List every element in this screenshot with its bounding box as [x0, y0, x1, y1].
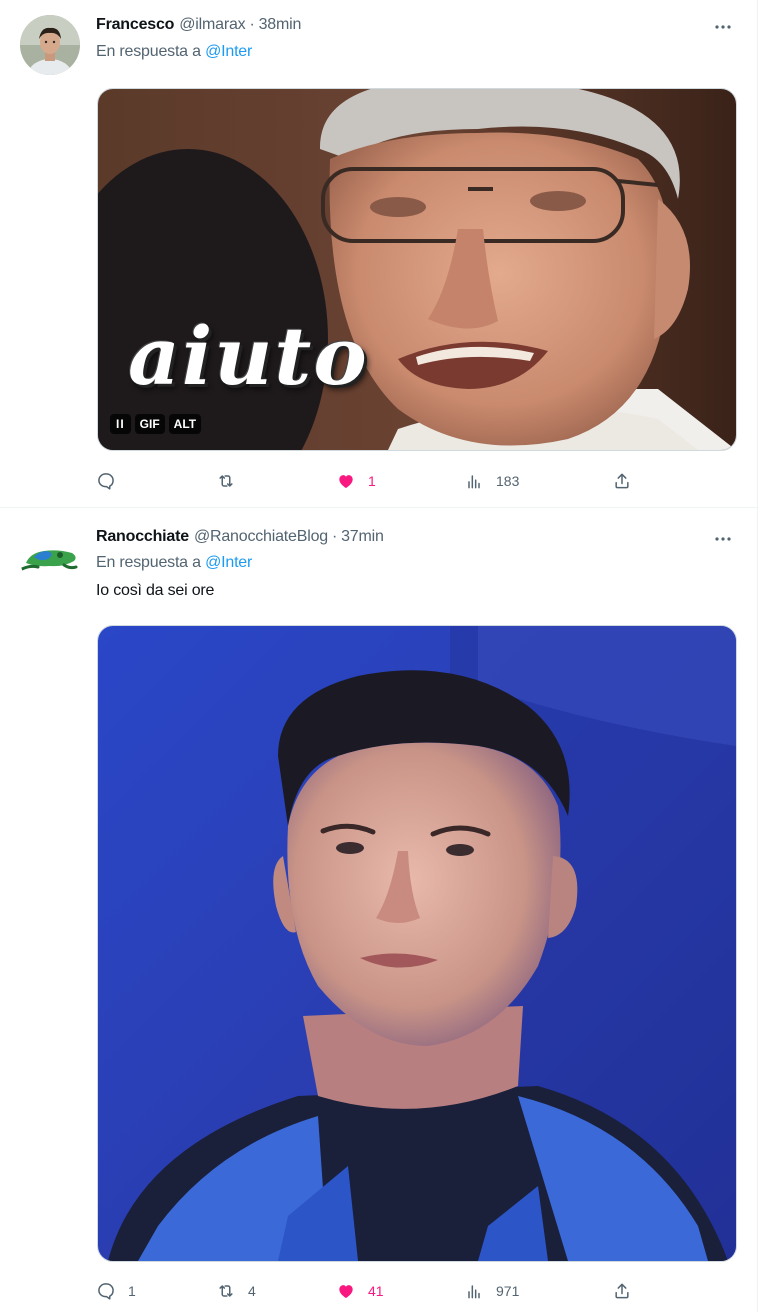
tweet-actions: 1 4 41 971	[96, 1279, 636, 1303]
views-bar-chart-icon	[468, 475, 480, 489]
avatar-ranocchiate[interactable]	[20, 529, 80, 589]
heart-icon	[339, 475, 353, 489]
gif-badges: II GIF ALT	[110, 414, 202, 434]
retweet-count: 4	[248, 1283, 256, 1299]
reply-mention-link[interactable]: @Inter	[205, 43, 252, 60]
reply-context: En respuesta a @Inter	[96, 43, 252, 61]
reply-context: En respuesta a @Inter	[96, 554, 252, 572]
tweet-actions: 1 183	[96, 469, 636, 493]
tweet-header: Francesco @ilmarax · 38min	[96, 14, 301, 36]
tweet-ranocchiate[interactable]: Ranocchiate @RanocchiateBlog · 37min En …	[0, 510, 757, 1312]
photo-image	[98, 626, 736, 1261]
share-upload-icon	[615, 473, 629, 489]
column-border	[757, 0, 758, 1312]
reply-button[interactable]: 1	[96, 1279, 136, 1303]
retweet-button[interactable]: 4	[216, 1279, 256, 1303]
views-bar-chart-icon	[468, 1285, 480, 1299]
tweet-divider	[0, 507, 757, 508]
tweet-photo[interactable]	[97, 625, 737, 1262]
tweet-header: Ranocchiate @RanocchiateBlog · 37min	[96, 526, 384, 548]
share-button[interactable]	[612, 469, 632, 493]
display-name[interactable]: Francesco	[96, 16, 174, 34]
share-upload-icon	[615, 1283, 629, 1299]
tweet-feed: Francesco @ilmarax · 38min En respuesta …	[0, 0, 768, 1312]
avatar-francesco[interactable]	[20, 15, 80, 75]
tweet-gif[interactable]: aiuto II GIF ALT	[97, 88, 737, 451]
retweet-arrows-icon	[219, 475, 233, 487]
gif-caption-text: aiuto	[128, 309, 369, 403]
user-handle[interactable]: @ilmarax	[179, 16, 245, 34]
more-horizontal-icon[interactable]	[711, 17, 735, 37]
views-count: 971	[496, 1283, 520, 1299]
tweet-francesco[interactable]: Francesco @ilmarax · 38min En respuesta …	[0, 0, 757, 508]
more-horizontal-icon[interactable]	[711, 529, 735, 549]
pause-button[interactable]: II	[110, 414, 131, 434]
reply-mention-link[interactable]: @Inter	[205, 554, 252, 571]
views-button[interactable]: 183	[464, 469, 519, 493]
reply-prefix: En respuesta a	[96, 43, 201, 60]
separator-dot: ·	[331, 528, 338, 545]
heart-icon	[339, 1285, 353, 1299]
like-button[interactable]: 41	[336, 1279, 384, 1303]
alt-text-badge[interactable]: ALT	[168, 414, 202, 434]
reply-button[interactable]	[96, 469, 128, 493]
views-button[interactable]: 971	[464, 1279, 519, 1303]
separator-dot: ·	[249, 16, 255, 33]
views-count: 183	[496, 473, 520, 489]
retweet-arrows-icon	[219, 1285, 233, 1297]
like-count: 41	[368, 1283, 384, 1299]
timestamp[interactable]: 37min	[341, 528, 384, 546]
share-button[interactable]	[612, 1279, 632, 1303]
retweet-button[interactable]	[216, 469, 248, 493]
gif-badge: GIF	[134, 414, 165, 434]
reply-count: 1	[128, 1283, 136, 1299]
like-button[interactable]: 1	[336, 469, 376, 493]
reply-bubble-icon	[98, 1283, 114, 1300]
user-handle[interactable]: @RanocchiateBlog	[194, 528, 328, 546]
reply-prefix: En respuesta a	[96, 554, 201, 571]
timestamp[interactable]: 38min	[259, 16, 302, 34]
display-name[interactable]: Ranocchiate	[96, 528, 189, 546]
reply-bubble-icon	[98, 473, 114, 490]
tweet-text: Io così da sei ore	[96, 582, 215, 599]
like-count: 1	[368, 473, 376, 489]
